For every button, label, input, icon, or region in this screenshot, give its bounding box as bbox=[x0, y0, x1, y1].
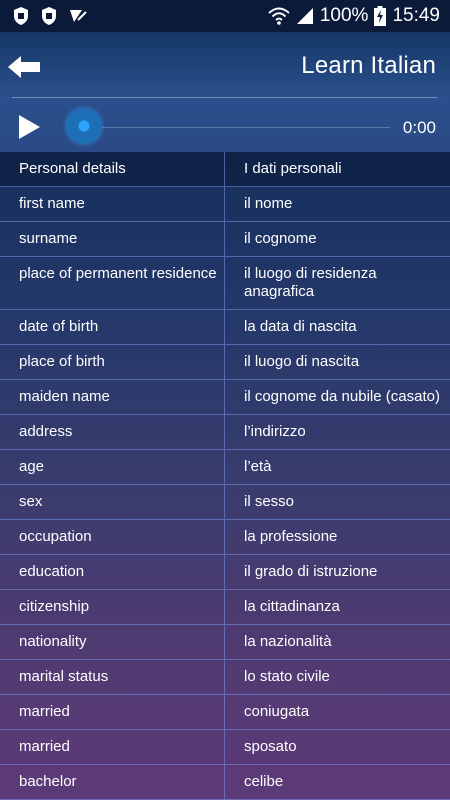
table-row[interactable]: first name il nome bbox=[0, 187, 450, 222]
english-phrase: married bbox=[0, 730, 225, 764]
table-header-row: Personal details I dati personali bbox=[0, 152, 450, 187]
back-arrow-icon[interactable] bbox=[6, 52, 42, 82]
seek-track[interactable] bbox=[86, 127, 390, 128]
header-divider bbox=[12, 97, 438, 98]
italian-phrase: la nazionalità bbox=[244, 633, 332, 650]
battery-percent: 100% bbox=[319, 5, 369, 26]
italian-phrase: la professione bbox=[244, 528, 338, 545]
table-row[interactable]: occupation la professione bbox=[0, 520, 450, 555]
italian-phrase: il luogo di nascita bbox=[244, 353, 360, 370]
italian-phrase: il sesso bbox=[244, 493, 295, 510]
table-row[interactable]: citizenship la cittadinanza bbox=[0, 590, 450, 625]
header-cell-italian: I dati personali bbox=[244, 160, 342, 177]
english-phrase: marital status bbox=[0, 660, 225, 694]
page-title: Learn Italian bbox=[301, 52, 436, 79]
table-row[interactable]: marital status lo stato civile bbox=[0, 660, 450, 695]
wifi-icon bbox=[268, 7, 290, 25]
english-phrase: occupation bbox=[0, 520, 225, 554]
english-phrase: date of birth bbox=[0, 310, 225, 344]
table-row[interactable]: married sposato bbox=[0, 730, 450, 765]
english-phrase: maiden name bbox=[0, 380, 225, 414]
italian-phrase: il luogo di residenza anagrafica bbox=[244, 265, 377, 300]
table-row[interactable]: age l’età bbox=[0, 450, 450, 485]
english-phrase: bachelor bbox=[0, 765, 225, 799]
seek-knob[interactable] bbox=[66, 108, 102, 144]
italian-phrase: coniugata bbox=[244, 703, 310, 720]
english-phrase: first name bbox=[0, 187, 225, 221]
english-phrase: age bbox=[0, 450, 225, 484]
table-row[interactable]: place of permanent residence il luogo di … bbox=[0, 257, 450, 310]
italian-phrase: l’età bbox=[244, 458, 272, 475]
clock: 15:49 bbox=[392, 5, 440, 26]
italian-phrase: sposato bbox=[244, 738, 297, 755]
player-time: 0:00 bbox=[402, 118, 436, 137]
english-phrase: address bbox=[0, 415, 225, 449]
app-header: Learn Italian 0:00 bbox=[0, 32, 450, 152]
english-phrase: citizenship bbox=[0, 590, 225, 624]
italian-phrase: la cittadinanza bbox=[244, 598, 340, 615]
table-row[interactable]: married coniugata bbox=[0, 695, 450, 730]
english-phrase: place of permanent residence bbox=[0, 257, 225, 309]
italian-phrase: il grado di istruzione bbox=[244, 563, 378, 580]
table-row[interactable]: nationality la nazionalità bbox=[0, 625, 450, 660]
check-icon bbox=[70, 10, 87, 22]
battery-charging-icon bbox=[374, 6, 387, 26]
table-row[interactable]: education il grado di istruzione bbox=[0, 555, 450, 590]
italian-phrase: la data di nascita bbox=[244, 318, 357, 335]
table-row[interactable]: surname il cognome bbox=[0, 222, 450, 257]
english-phrase: sex bbox=[0, 485, 225, 519]
english-phrase: education bbox=[0, 555, 225, 589]
table-row[interactable]: bachelor celibe bbox=[0, 765, 450, 800]
status-left bbox=[0, 6, 88, 26]
table-row[interactable]: date of birth la data di nascita bbox=[0, 310, 450, 345]
english-phrase: place of birth bbox=[0, 345, 225, 379]
phrase-table: Personal details I dati personali first … bbox=[0, 152, 450, 800]
header-cell-english: Personal details bbox=[0, 152, 225, 186]
italian-phrase: il cognome da nubile (casato) bbox=[244, 388, 440, 405]
status-right: 100% 15:49 bbox=[268, 5, 450, 27]
shield-icon bbox=[42, 7, 56, 25]
italian-phrase: lo stato civile bbox=[244, 668, 330, 685]
status-bar: 100% 15:49 bbox=[0, 0, 450, 32]
table-row[interactable]: address l’indirizzo bbox=[0, 415, 450, 450]
play-icon[interactable] bbox=[16, 113, 42, 141]
italian-phrase: il nome bbox=[244, 195, 293, 212]
italian-phrase: il cognome bbox=[244, 230, 317, 247]
english-phrase: nationality bbox=[0, 625, 225, 659]
english-phrase: surname bbox=[0, 222, 225, 256]
english-phrase: married bbox=[0, 695, 225, 729]
table-row[interactable]: sex il sesso bbox=[0, 485, 450, 520]
table-row[interactable]: maiden name il cognome da nubile (casato) bbox=[0, 380, 450, 415]
table-row[interactable]: place of birth il luogo di nascita bbox=[0, 345, 450, 380]
italian-phrase: l’indirizzo bbox=[244, 423, 306, 440]
signal-icon bbox=[296, 8, 313, 24]
shield-icon bbox=[14, 7, 28, 25]
italian-phrase: celibe bbox=[244, 773, 284, 790]
